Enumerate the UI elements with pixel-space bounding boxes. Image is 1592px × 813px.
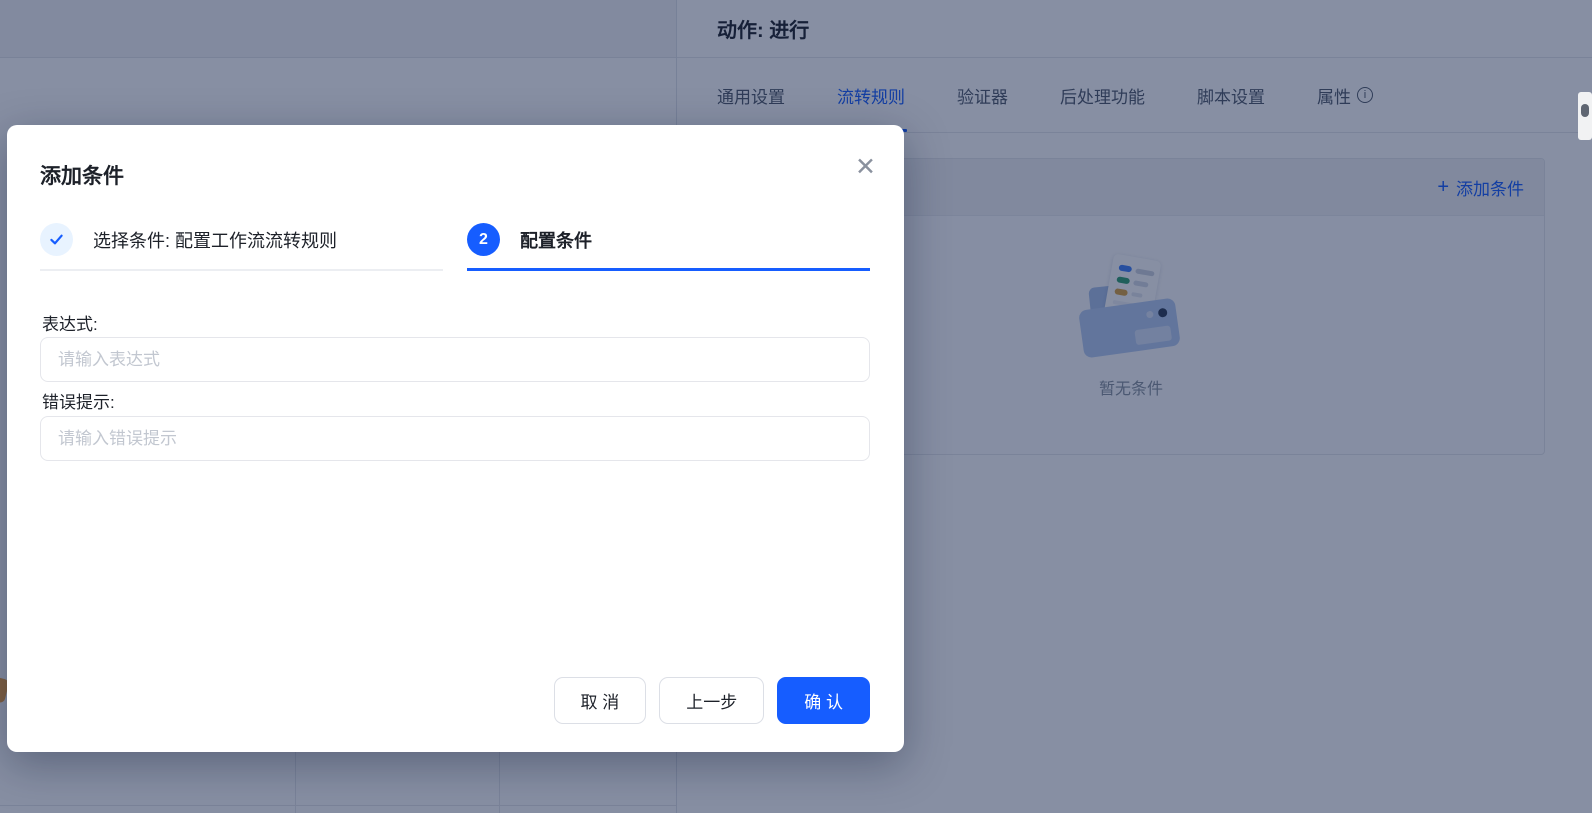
error-message-label: 错误提示: [42, 388, 115, 413]
step-done-circle [40, 223, 73, 256]
expression-label: 表达式: [42, 310, 98, 335]
step-number-badge: 2 [467, 223, 500, 256]
expression-input[interactable] [40, 337, 870, 382]
check-icon [48, 231, 65, 248]
error-message-input[interactable] [40, 416, 870, 461]
modal-title: 添加条件 [40, 160, 124, 190]
close-icon[interactable]: ✕ [855, 155, 876, 180]
confirm-button[interactable]: 确 认 [777, 677, 870, 724]
prev-step-button[interactable]: 上一步 [659, 677, 764, 724]
scrollbar-thumb[interactable] [1581, 104, 1589, 117]
step-label: 配置条件 [520, 227, 592, 253]
scrollbar-track [1578, 92, 1592, 140]
step-label: 选择条件: 配置工作流流转规则 [93, 227, 337, 253]
modal-footer: 取 消 上一步 确 认 [554, 677, 870, 724]
add-condition-modal: 添加条件 ✕ 选择条件: 配置工作流流转规则 2 配置条件 表达式: 错误提示:… [7, 125, 904, 752]
cancel-button[interactable]: 取 消 [554, 677, 647, 724]
modal-steps: 选择条件: 配置工作流流转规则 2 配置条件 [40, 223, 870, 271]
app-screen: 动作: 进行 通用设置 流转规则 验证器 后处理功能 脚本设置 属性 i [0, 0, 1592, 813]
step-configure-condition[interactable]: 2 配置条件 [467, 223, 870, 271]
step-select-condition[interactable]: 选择条件: 配置工作流流转规则 [40, 223, 443, 271]
